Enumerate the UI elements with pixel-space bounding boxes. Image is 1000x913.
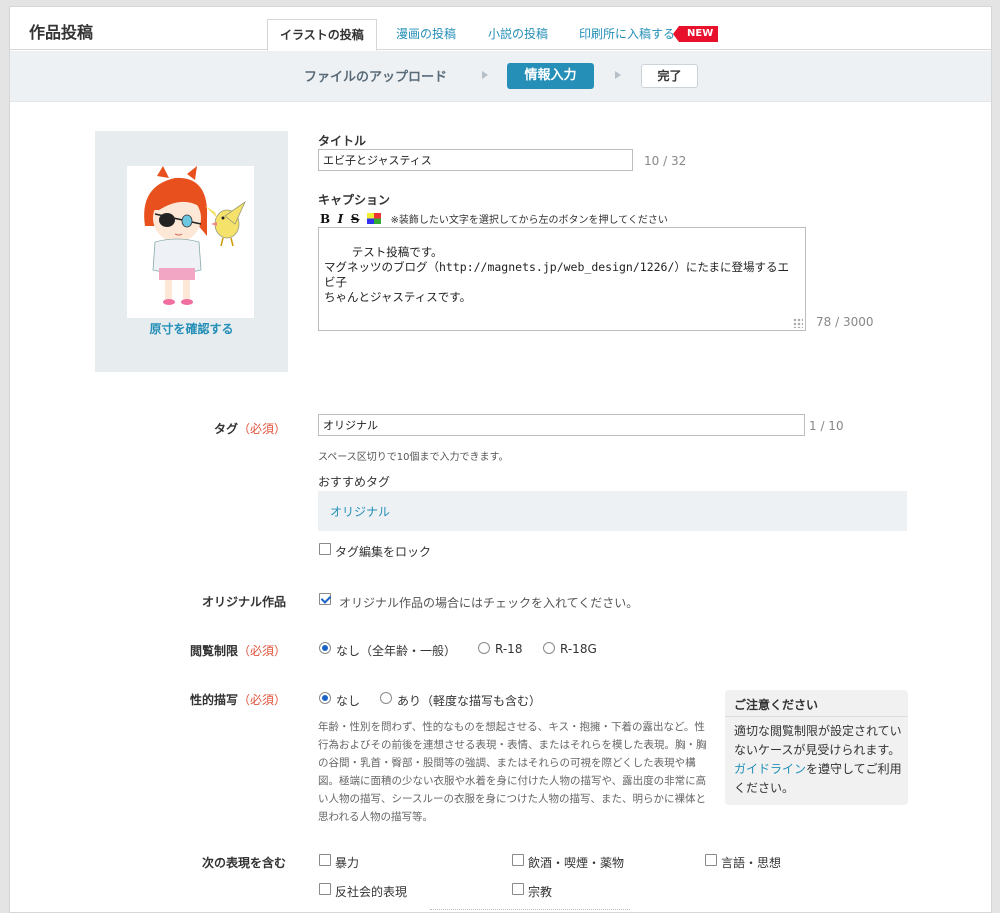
rating-radio-all-ages[interactable] (319, 642, 331, 654)
step-bar: ファイルのアップロード 情報入力 完了 (10, 51, 991, 102)
expression-checkbox-antisocial[interactable] (319, 883, 331, 895)
recommended-tag[interactable]: オリジナル (330, 503, 390, 520)
original-label: オリジナル作品 (202, 595, 287, 609)
expression-option-drugs: 飲酒・喫煙・薬物 (528, 856, 625, 870)
upload-panel: 作品投稿 イラストの投稿 漫画の投稿 小説の投稿 印刷所に入稿する NEW ファイ… (9, 6, 992, 913)
caution-body: 適切な閲覧制限が設定されていないケースが見受けられます。ガイドラインを遵守してご… (734, 722, 902, 798)
thumbnail-image[interactable] (127, 166, 254, 318)
step-arrow-icon (482, 71, 488, 79)
sexual-label-text: 性的描写 (190, 693, 239, 707)
thumbnail-panel: 原寸を確認する (95, 131, 288, 372)
sexual-radio-yes[interactable] (380, 692, 392, 704)
expression-checkbox-language[interactable] (705, 854, 717, 866)
caption-toolbar: B I S ※装飾したい文字を選択してから左のボタンを押してください (320, 211, 668, 227)
step-info-input: 情報入力 (507, 63, 594, 89)
color-palette-icon[interactable] (366, 213, 381, 224)
tab-illustration[interactable]: イラストの投稿 (267, 19, 377, 51)
rating-radio-r18[interactable] (478, 642, 490, 654)
caution-title: ご注意ください (734, 698, 819, 712)
expression-checkbox-drugs[interactable] (512, 854, 524, 866)
step-complete: 完了 (641, 64, 698, 88)
expression-option-violence: 暴力 (335, 856, 360, 870)
italic-button[interactable]: I (338, 212, 344, 226)
tab-novel[interactable]: 小説の投稿 (488, 19, 548, 50)
sexual-option-yes: あり（軽度な描写も含む） (397, 694, 542, 708)
rating-option-r18g: R-18G (560, 642, 597, 656)
view-original-link[interactable]: 原寸を確認する (95, 320, 288, 337)
rating-label-text: 閲覧制限 (190, 644, 239, 658)
header: 作品投稿 イラストの投稿 漫画の投稿 小説の投稿 印刷所に入稿する NEW (10, 7, 991, 51)
recommended-tags-label: おすすめタグ (318, 475, 391, 489)
required-mark: （必須） (238, 422, 287, 436)
expression-checkbox-religion[interactable] (512, 883, 524, 895)
caution-box: ご注意ください 適切な閲覧制限が設定されていないケースが見受けられます。ガイドラ… (725, 690, 908, 805)
sexual-option-none: なし (336, 694, 361, 708)
title-label: タイトル (318, 134, 367, 148)
new-badge: NEW (672, 26, 719, 42)
expression-option-religion: 宗教 (528, 885, 553, 899)
caution-text-before: 適切な閲覧制限が設定されていないケースが見受けられます。 (734, 724, 902, 757)
recommended-tags-box: オリジナル (318, 491, 907, 531)
rating-option-r18: R-18 (495, 642, 523, 656)
caption-label: キャプション (318, 193, 391, 207)
caption-text: テスト投稿です。 マグネッツのブログ（http://magnets.jp/web… (324, 245, 790, 304)
sexual-notice-text: 年齢・性別を問わず、性的なものを想起させる、キス・抱擁・下着の露出など。性行為お… (318, 721, 707, 823)
guideline-link[interactable]: ガイドライン (734, 762, 806, 776)
page-title: 作品投稿 (29, 23, 94, 42)
tag-counter: 1 / 10 (809, 419, 844, 433)
sexual-radio-none[interactable] (319, 692, 331, 704)
tag-help-text: スペース区切りで10個まで入力できます。 (318, 452, 509, 463)
expression-option-language: 言語・思想 (721, 856, 782, 870)
caption-textarea[interactable]: テスト投稿です。 マグネッツのブログ（http://magnets.jp/web… (318, 227, 806, 331)
rating-option-all-ages: なし（全年齢・一般） (336, 644, 457, 658)
strikethrough-button[interactable]: S (351, 212, 360, 226)
tag-lock-checkbox[interactable] (319, 543, 331, 555)
expression-option-antisocial: 反社会的表現 (335, 885, 408, 899)
divider (430, 909, 630, 912)
toolbar-hint: ※装飾したい文字を選択してから左のボタンを押してください (390, 215, 668, 226)
original-checkbox[interactable] (319, 593, 331, 605)
tab-manga[interactable]: 漫画の投稿 (396, 19, 456, 50)
expressions-label: 次の表現を含む (202, 856, 287, 870)
bold-button[interactable]: B (320, 212, 330, 226)
tab-print[interactable]: 印刷所に入稿する NEW (579, 19, 719, 50)
rating-label: 閲覧制限（必須） (190, 642, 286, 659)
required-mark: （必須） (238, 693, 287, 707)
tab-print-label: 印刷所に入稿する (579, 27, 676, 41)
divider (725, 716, 908, 717)
resize-handle-icon[interactable] (793, 318, 803, 328)
title-counter: 10 / 32 (644, 154, 687, 168)
required-mark: （必須） (238, 644, 287, 658)
tag-lock-label: タグ編集をロック (335, 545, 432, 559)
step-arrow-icon (615, 71, 621, 79)
character-illustration-icon (144, 166, 246, 305)
rating-radio-r18g[interactable] (543, 642, 555, 654)
tag-input[interactable]: オリジナル (318, 414, 805, 436)
title-input[interactable]: エビ子とジャスティス (318, 149, 633, 171)
original-checkbox-label: オリジナル作品の場合にはチェックを入れてください。 (339, 596, 639, 610)
tag-label: タグ（必須） (214, 420, 286, 437)
step-upload: ファイルのアップロード (304, 70, 448, 85)
caption-counter: 78 / 3000 (816, 315, 874, 329)
tag-label-text: タグ (214, 422, 239, 436)
expression-checkbox-violence[interactable] (319, 854, 331, 866)
sexual-label: 性的描写（必須） (190, 691, 286, 708)
